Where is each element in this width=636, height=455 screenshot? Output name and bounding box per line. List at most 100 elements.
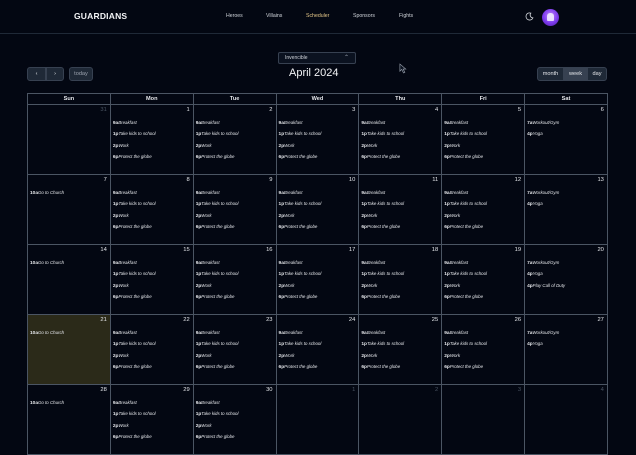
calendar-event[interactable]: 6pProtect the globe [196,292,274,303]
day-cell[interactable]: 27 7aWorkout/Gym 4pYoga [525,315,608,385]
calendar-event[interactable]: 9aBreakfast [196,258,274,269]
calendar-event[interactable]: 6pProtect the globe [196,222,274,233]
day-number[interactable]: 31 [100,107,106,113]
calendar-event[interactable]: 1pTake kids to school [361,269,439,280]
day-cell[interactable]: 4 [525,385,608,455]
calendar-event[interactable]: 6pProtect the globe [444,362,522,373]
calendar-event[interactable]: 1pTake kids to school [113,199,191,210]
calendar-event[interactable]: 9aBreakfast [113,118,191,129]
calendar-event[interactable]: 6pProtect the globe [279,152,357,163]
calendar-event[interactable]: 2pWork [196,351,274,362]
day-cell[interactable]: 5 9aBreakfast 1pTake kids to school 2pWork 6… [442,105,526,175]
calendar-event[interactable]: 6pProtect the globe [113,362,191,373]
calendar-event[interactable]: 1pTake kids to school [113,409,191,420]
calendar-event[interactable]: 1pTake kids to school [196,339,274,350]
calendar-event[interactable]: 6pProtect the globe [444,222,522,233]
day-cell[interactable]: 12 9aBreakfast 1pTake kids to school 2pWork… [442,175,526,245]
calendar-event[interactable]: 2pWork [196,211,274,222]
calendar-event[interactable]: 2pWork [361,211,439,222]
day-cell[interactable]: 3 [442,385,526,455]
nav-link-fights[interactable]: Fights [399,13,413,19]
calendar-event[interactable]: 2pWork [444,211,522,222]
calendar-event[interactable]: 7aWorkout/Gym [527,258,605,269]
calendar-event[interactable]: 6pProtect the globe [113,292,191,303]
day-cell[interactable]: 25 9aBreakfast 1pTake kids to school 2pWork… [359,315,443,385]
day-number[interactable]: 14 [100,247,106,253]
day-cell[interactable]: 2 [359,385,443,455]
day-cell[interactable]: 29 9aBreakfast 1pTake kids to school 2pWork… [110,385,194,455]
calendar-event[interactable]: 9aBreakfast [444,188,522,199]
avatar[interactable] [542,9,559,26]
calendar-event[interactable]: 4pYoga [527,199,605,210]
day-number[interactable]: 4 [435,107,438,113]
day-number[interactable]: 23 [266,317,272,323]
calendar-event[interactable]: 2pWork [113,351,191,362]
day-number[interactable]: 21 [100,317,106,323]
calendar-event[interactable]: 9aBreakfast [113,258,191,269]
day-cell[interactable]: 1 [276,385,360,455]
day-number[interactable]: 7 [104,177,107,183]
calendar-event[interactable]: 2pWork [444,351,522,362]
calendar-event[interactable]: 6pProtect the globe [196,432,274,443]
day-number[interactable]: 29 [183,387,189,393]
nav-link-heroes[interactable]: Heroes [226,13,243,19]
day-number[interactable]: 17 [349,247,355,253]
day-number[interactable]: 12 [515,177,521,183]
day-number[interactable]: 9 [269,177,272,183]
calendar-event[interactable]: 9aBreakfast [444,258,522,269]
calendar-event[interactable]: 6pProtect the globe [444,152,522,163]
nav-link-sponsors[interactable]: Sponsors [353,13,375,19]
calendar-event[interactable]: 1pTake kids to school [279,199,357,210]
calendar-event[interactable]: 6pProtect the globe [361,362,439,373]
day-cell[interactable]: 28 10aGo to Church [28,385,111,455]
day-number[interactable]: 18 [432,247,438,253]
calendar-event[interactable]: 10aGo to Church [30,258,108,269]
calendar-event[interactable]: 2pWork [113,211,191,222]
prev-month-button[interactable]: ‹ [27,67,46,81]
day-number[interactable]: 3 [352,107,355,113]
day-cell[interactable]: 11 9aBreakfast 1pTake kids to school 2pWork… [359,175,443,245]
today-button[interactable]: today [69,67,93,81]
day-cell[interactable]: 16 9aBreakfast 1pTake kids to school 2pWork… [193,245,277,315]
calendar-event[interactable]: 9aBreakfast [361,258,439,269]
day-cell[interactable]: 10 9aBreakfast 1pTake kids to school 2pWork… [276,175,360,245]
calendar-event[interactable]: 1pTake kids to school [444,199,522,210]
calendar-event[interactable]: 1pTake kids to school [444,339,522,350]
calendar-event[interactable]: 2pWork [196,141,274,152]
day-cell[interactable]: 26 9aBreakfast 1pTake kids to school 2pWork… [442,315,526,385]
day-number[interactable]: 10 [349,177,355,183]
calendar-event[interactable]: 6pProtect the globe [113,432,191,443]
day-cell[interactable]: 18 9aBreakfast 1pTake kids to school 2pWork… [359,245,443,315]
day-number[interactable]: 24 [349,317,355,323]
calendar-event[interactable]: 1pTake kids to school [361,199,439,210]
hero-select[interactable]: Invencible ⌃ [278,52,356,64]
day-number[interactable]: 22 [183,317,189,323]
day-number[interactable]: 1 [186,107,189,113]
calendar-event[interactable]: 10aGo to Church [30,398,108,409]
calendar-event[interactable]: 6pProtect the globe [113,222,191,233]
calendar-event[interactable]: 1pTake kids to school [113,339,191,350]
calendar-event[interactable]: 6pProtect the globe [361,152,439,163]
view-day-button[interactable]: day [587,67,607,81]
day-cell-today[interactable]: 21 10aGo to Church [28,315,111,385]
calendar-event[interactable]: 6pProtect the globe [361,222,439,233]
day-cell[interactable]: 1 9aBreakfast 1pTake kids to school 2pWork 6… [110,105,194,175]
calendar-event[interactable]: 6pProtect the globe [196,152,274,163]
calendar-event[interactable]: 2pWork [113,421,191,432]
calendar-event[interactable]: 2pWork [113,141,191,152]
calendar-event[interactable]: 9aBreakfast [361,118,439,129]
day-cell[interactable]: 20 7aWorkout/Gym 4pYoga 4pPlay Call of Duty [525,245,608,315]
calendar-event[interactable]: 4pYoga [527,269,605,280]
calendar-event[interactable]: 1pTake kids to school [279,129,357,140]
moon-icon[interactable] [525,12,534,21]
calendar-event[interactable]: 6pProtect the globe [113,152,191,163]
day-cell[interactable]: 19 9aBreakfast 1pTake kids to school 2pWork… [442,245,526,315]
calendar-event[interactable]: 2pWork [279,141,357,152]
day-cell[interactable]: 23 9aBreakfast 1pTake kids to school 2pWork… [193,315,277,385]
day-number[interactable]: 15 [183,247,189,253]
day-cell[interactable]: 9 9aBreakfast 1pTake kids to school 2pWork 6… [193,175,277,245]
day-cell[interactable]: 17 9aBreakfast 1pTake kids to school 2pWork… [276,245,360,315]
day-number[interactable]: 4 [601,387,604,393]
day-cell[interactable]: 24 9aBreakfast 1pTake kids to school 2pWork… [276,315,360,385]
calendar-event[interactable]: 9aBreakfast [196,118,274,129]
